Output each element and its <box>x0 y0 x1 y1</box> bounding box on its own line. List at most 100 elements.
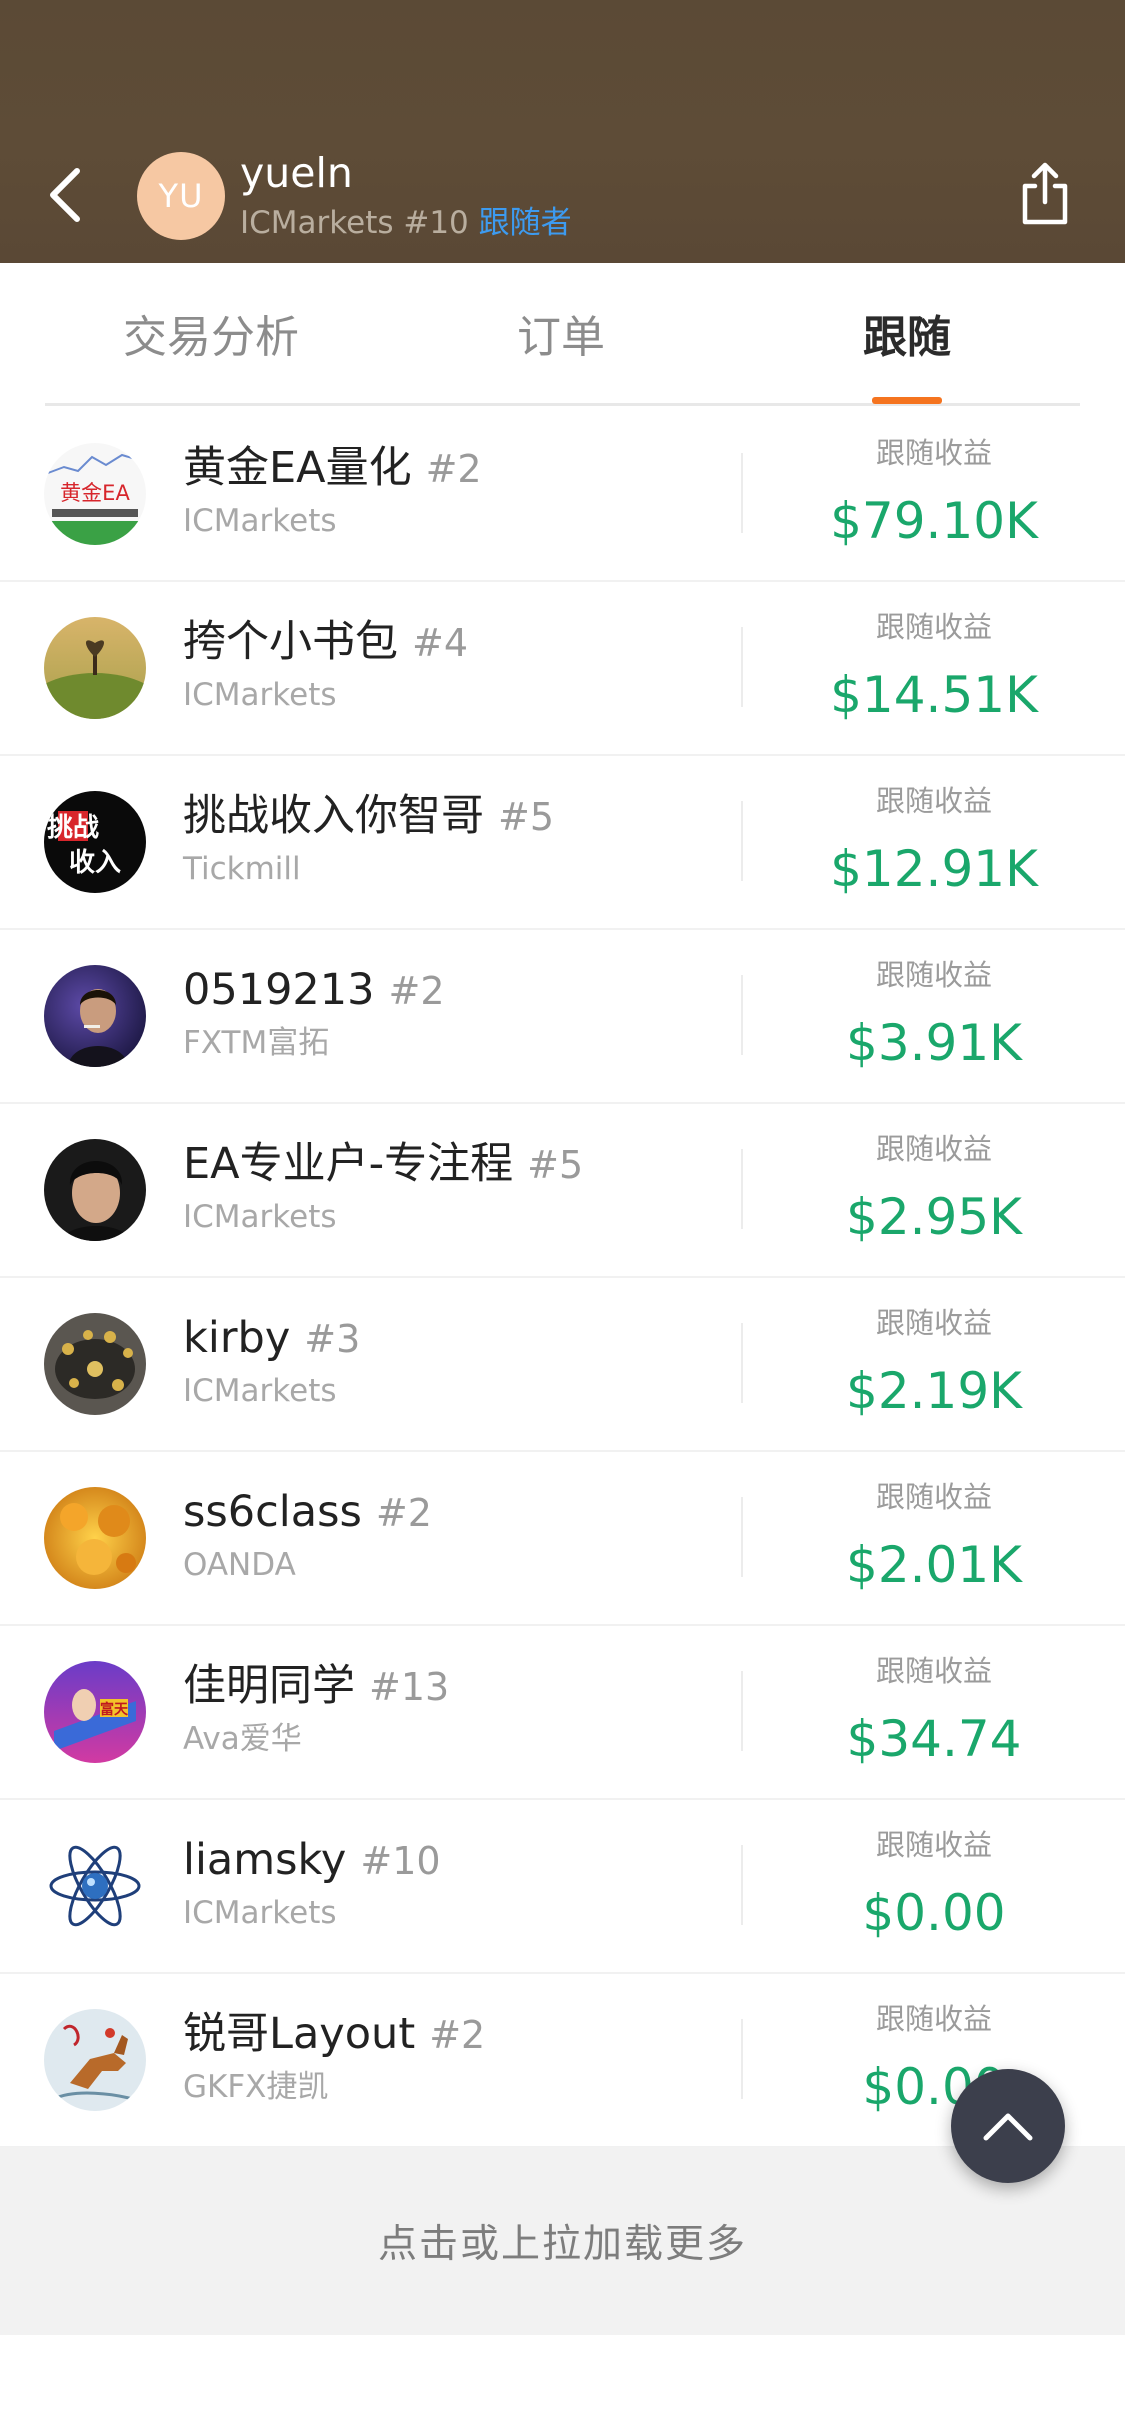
follower-name-text: 黄金EA量化 <box>183 443 412 493</box>
follower-name-text: ss6class <box>183 1487 362 1537</box>
follower-broker: ICMarkets <box>183 677 337 713</box>
row-divider <box>741 627 743 707</box>
follower-row[interactable]: kirby #3 ICMarkets 跟随收益 $2.19K <box>0 1278 1125 1452</box>
follow-profit-value: $12.91K <box>830 840 1038 898</box>
follower-name: 佳明同学 #13 <box>183 1658 449 1715</box>
follower-avatar <box>44 617 146 719</box>
follower-name: 0519213 #2 <box>183 962 445 1019</box>
user-broker-rank: ICMarkets #10 跟随者 <box>240 203 572 243</box>
profile-header: YU yueln ICMarkets #10 跟随者 <box>0 0 1125 263</box>
follower-broker: Ava爱华 <box>183 1721 302 1757</box>
load-more-button[interactable]: 点击或上拉加载更多 <box>0 2147 1125 2335</box>
follow-profit-label: 跟随收益 <box>875 1654 992 1688</box>
follower-row[interactable]: 富天 佳明同学 #13 Ava爱华 跟随收益 $34.74 <box>0 1626 1125 1800</box>
avatar-gold-ea-text: 黄金EA <box>60 481 130 505</box>
user-name: yueln <box>240 149 353 197</box>
follower-row[interactable]: liamsky #10 ICMarkets 跟随收益 $0.00 <box>0 1800 1125 1974</box>
follower-broker: Tickmill <box>183 851 301 887</box>
follow-profit-value: $2.95K <box>846 1188 1022 1246</box>
broker-rank-text: ICMarkets #10 <box>240 205 469 241</box>
follow-profit-label: 跟随收益 <box>875 1306 992 1340</box>
back-button[interactable] <box>30 160 100 230</box>
follower-name-text: kirby <box>183 1313 291 1363</box>
row-divider <box>741 1149 743 1229</box>
follower-broker: ICMarkets <box>183 1199 337 1235</box>
follower-row[interactable]: EA专业户-专注程 #5 ICMarkets 跟随收益 $2.95K <box>0 1104 1125 1278</box>
follower-avatar <box>44 2009 146 2111</box>
follower-row[interactable]: 0519213 #2 FXTM富拓 跟随收益 $3.91K <box>0 930 1125 1104</box>
follower-avatar: 黄金EA <box>44 443 146 545</box>
row-divider <box>741 1845 743 1925</box>
follow-profit-value: $3.91K <box>846 1014 1022 1072</box>
row-divider <box>741 1323 743 1403</box>
follower-name: EA专业户-专注程 #5 <box>183 1136 583 1193</box>
follow-profit-value: $14.51K <box>830 666 1038 724</box>
follower-name-text: EA专业户-专注程 <box>183 1139 514 1189</box>
row-divider <box>741 975 743 1055</box>
follower-rank: #2 <box>429 2013 486 2057</box>
follower-name-text: 锐哥Layout <box>183 2009 416 2059</box>
avatar-initials: YU <box>158 177 204 215</box>
follower-row[interactable]: 挎个小书包 #4 ICMarkets 跟随收益 $14.51K <box>0 582 1125 756</box>
follower-link[interactable]: 跟随者 <box>479 205 572 241</box>
avatar-challenge-text-1: 挑战 <box>47 813 99 843</box>
row-divider <box>741 801 743 881</box>
follower-avatar <box>44 1487 146 1589</box>
follower-avatar: 挑战 收入 <box>44 791 146 893</box>
follower-name-text: 佳明同学 <box>183 1661 355 1711</box>
follower-rank: #4 <box>412 621 469 665</box>
follower-broker: GKFX捷凯 <box>183 2069 329 2105</box>
tab-orders[interactable]: 订单 <box>517 310 605 366</box>
follower-name: liamsky #10 <box>183 1832 441 1889</box>
follower-name: 黄金EA量化 #2 <box>183 440 482 497</box>
row-divider <box>741 2019 743 2099</box>
follow-profit-value: $2.01K <box>846 1536 1022 1594</box>
share-button[interactable] <box>1010 160 1080 230</box>
follower-avatar <box>44 1313 146 1415</box>
follow-profit-label: 跟随收益 <box>875 610 992 644</box>
row-divider <box>741 1671 743 1751</box>
tab-follow[interactable]: 跟随 <box>863 310 951 366</box>
follow-profit-value: $0.00 <box>862 1884 1006 1942</box>
follower-name-text: 挎个小书包 <box>183 617 398 667</box>
follower-rank: #2 <box>375 1491 432 1535</box>
follower-row[interactable]: ss6class #2 OANDA 跟随收益 $2.01K <box>0 1452 1125 1626</box>
follower-avatar <box>44 1139 146 1241</box>
follow-profit-label: 跟随收益 <box>875 958 992 992</box>
follower-rank: #2 <box>425 447 482 491</box>
follow-profit-label: 跟随收益 <box>875 1828 992 1862</box>
follower-rank: #5 <box>527 1143 584 1187</box>
tab-trade-analysis[interactable]: 交易分析 <box>123 310 299 366</box>
follower-rank: #13 <box>369 1665 450 1709</box>
avatar-challenge-text-2: 收入 <box>69 848 121 878</box>
follower-name: kirby #3 <box>183 1310 360 1367</box>
follower-name-text: 0519213 <box>183 965 375 1015</box>
scroll-to-top-button[interactable] <box>951 2069 1065 2183</box>
row-divider <box>741 453 743 533</box>
follower-rank: #2 <box>388 969 445 1013</box>
avatar-rich-text: 富天 <box>100 1701 129 1718</box>
user-avatar: YU <box>137 152 225 240</box>
follow-profit-label: 跟随收益 <box>875 1132 992 1166</box>
follower-name: 挑战收入你智哥 #5 <box>183 788 554 845</box>
follower-name-text: liamsky <box>183 1835 347 1885</box>
follower-row[interactable]: 黄金EA 黄金EA量化 #2 ICMarkets 跟随收益 $79.10K <box>0 408 1125 582</box>
follower-avatar <box>44 1835 146 1937</box>
follower-broker: ICMarkets <box>183 1373 337 1409</box>
tab-active-indicator <box>872 397 942 404</box>
follower-rank: #3 <box>304 1317 361 1361</box>
follow-profit-label: 跟随收益 <box>875 436 992 470</box>
follow-profit-label: 跟随收益 <box>875 1480 992 1514</box>
follower-avatar <box>44 965 146 1067</box>
follower-rank: #5 <box>498 795 555 839</box>
row-divider <box>741 1497 743 1577</box>
follower-name: ss6class #2 <box>183 1484 432 1541</box>
follow-profit-label: 跟随收益 <box>875 784 992 818</box>
follow-profit-value: $2.19K <box>846 1362 1022 1420</box>
follow-profit-label: 跟随收益 <box>875 2002 992 2036</box>
follower-name: 锐哥Layout #2 <box>183 2006 485 2063</box>
follower-row[interactable]: 挑战 收入 挑战收入你智哥 #5 Tickmill 跟随收益 $12.91K <box>0 756 1125 930</box>
follower-name: 挎个小书包 #4 <box>183 614 468 671</box>
follower-broker: OANDA <box>183 1547 296 1583</box>
chevron-left-icon <box>50 168 80 222</box>
